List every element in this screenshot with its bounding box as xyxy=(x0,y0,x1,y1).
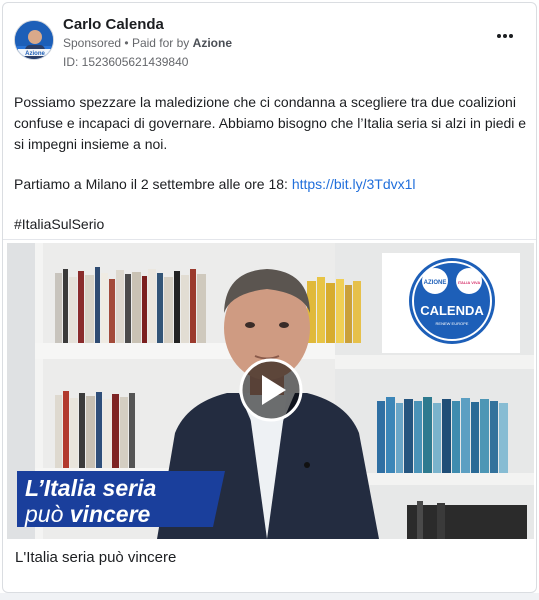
overlay-line-2-prefix: può xyxy=(24,501,70,527)
three-dots-icon-dot xyxy=(503,34,507,38)
avatar-image: Azione xyxy=(15,21,53,59)
post-paragraph-2-text: Partiamo a Milano il 2 settembre alle or… xyxy=(14,176,288,192)
avatar-tag: Azione xyxy=(25,51,45,57)
advertiser-avatar[interactable]: Azione xyxy=(14,20,54,60)
poster-brand-2: ITALIA VIVA xyxy=(458,280,481,285)
separator-dot: • xyxy=(124,36,132,50)
video-caption: L'Italia seria può vincere xyxy=(15,549,177,566)
ad-card: Azione Carlo Calenda Sponsored • Paid fo… xyxy=(2,2,537,593)
video-frame: AZIONE ITALIA VIVA CALENDA RENEW EUROPE xyxy=(7,243,534,539)
sponsored-label: Sponsored xyxy=(63,36,122,50)
post-link[interactable]: https://bit.ly/3Tdvx1l xyxy=(292,176,416,192)
post-hashtag[interactable]: #ItaliaSulSerio xyxy=(14,214,529,235)
sponsored-line: Sponsored • Paid for by Azione xyxy=(63,36,232,50)
poster-name: CALENDA xyxy=(420,303,484,318)
poster-sub: RENEW EUROPE xyxy=(436,321,469,326)
overlay-line-1: L’Italia seria xyxy=(25,475,156,501)
ad-id: ID: 1523605621439840 xyxy=(63,55,189,69)
advertiser-name[interactable]: Carlo Calenda xyxy=(63,16,164,33)
post-paragraph-2: Partiamo a Milano il 2 settembre alle or… xyxy=(14,174,529,195)
post-paragraph-1: Possiamo spezzare la maledizione che ci … xyxy=(14,94,527,152)
paid-for-entity[interactable]: Azione xyxy=(193,36,232,50)
poster-brand-1: AZIONE xyxy=(424,280,447,286)
divider xyxy=(3,239,536,240)
three-dots-icon-dot xyxy=(509,34,513,38)
more-options-button[interactable] xyxy=(497,29,517,43)
post-body: Possiamo spezzare la maledizione che ci … xyxy=(14,92,529,254)
overlay-line-2: può vincere xyxy=(24,501,151,527)
three-dots-icon xyxy=(497,34,501,38)
paid-for-prefix: Paid for by xyxy=(131,36,190,50)
campaign-poster: AZIONE ITALIA VIVA CALENDA RENEW EUROPE xyxy=(382,253,520,353)
play-icon[interactable] xyxy=(239,358,303,422)
video-overlay-banner: L’Italia seria può vincere xyxy=(17,471,225,527)
books-bottom-left xyxy=(55,391,135,468)
overlay-line-2-emph: vincere xyxy=(70,501,151,527)
video-player[interactable]: AZIONE ITALIA VIVA CALENDA RENEW EUROPE xyxy=(7,243,534,539)
feed-background xyxy=(0,593,539,600)
books-bottom-right xyxy=(377,397,508,473)
books-floor xyxy=(407,501,527,539)
